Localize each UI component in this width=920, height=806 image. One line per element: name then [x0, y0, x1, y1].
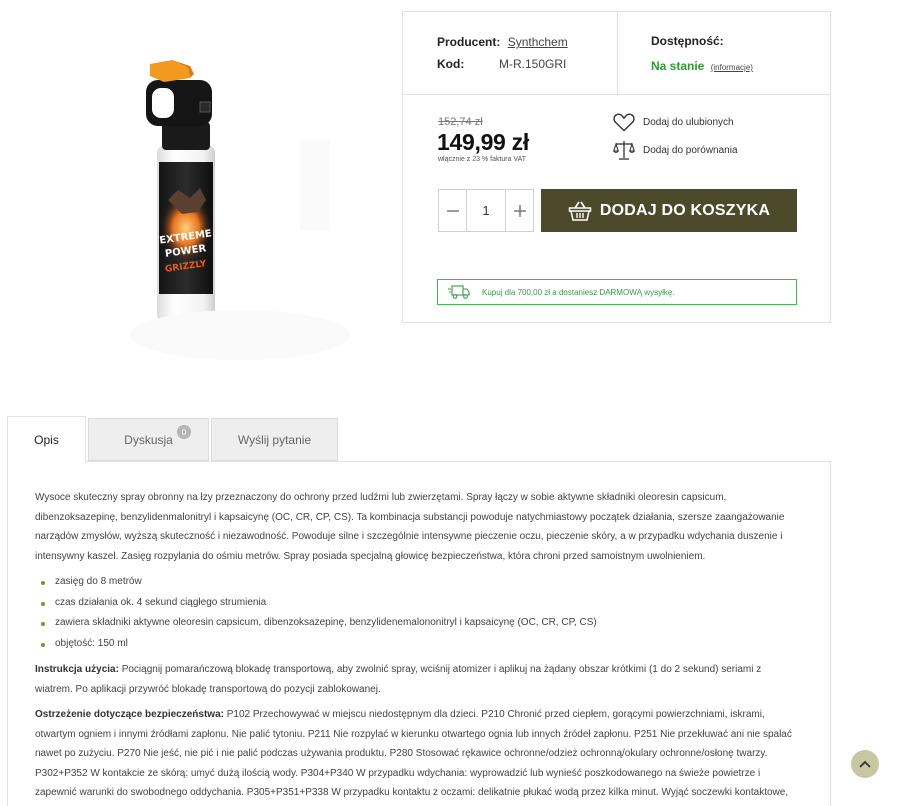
scroll-to-top-button[interactable] [851, 750, 879, 778]
tab-ask-question[interactable]: Wyślij pytanie [211, 418, 338, 461]
feature-item: objętość: 150 ml [35, 634, 797, 655]
description-intro: Wysoce skuteczny spray obronny na łzy pr… [35, 492, 785, 562]
producer-row: Producent: Synthchem [437, 35, 568, 49]
code-value: M-R.150GRI [499, 57, 567, 71]
chevron-up-icon [859, 760, 871, 768]
discussion-count-badge: 0 [177, 425, 191, 439]
add-to-favorites[interactable]: Dodaj do ulubionych [613, 113, 734, 132]
producer-link[interactable]: Synthchem [508, 35, 568, 49]
vat-note: włącznie z 23 % faktura VAT [438, 156, 527, 163]
current-price: 149,99 zł [437, 129, 529, 155]
instruction-label: Instrukcja użycia: [35, 664, 119, 676]
truck-icon [448, 285, 470, 299]
product-info-box: Producent: Synthchem Kod: M-R.150GRI Dos… [402, 11, 831, 323]
tab-discussion-label: Dyskusja [124, 432, 173, 447]
increase-quantity-button[interactable] [506, 190, 533, 231]
availability-label: Dostępność: [651, 34, 724, 48]
quantity-stepper [438, 189, 534, 232]
feature-item: zasięg do 8 metrów [35, 572, 797, 593]
compare-label: Dodaj do porównania [643, 144, 738, 156]
warning-paragraph: Ostrzeżenie dotyczące bezpieczeństwa: P1… [35, 705, 797, 806]
free-shipping-text: Kupuj dla 700,00 zł a dostaniesz DARMOWĄ… [482, 287, 675, 297]
minus-icon [446, 209, 459, 212]
tab-description[interactable]: Opis [7, 416, 86, 463]
in-stock-text: Na stanie [651, 59, 705, 73]
producer-label: Producent: [437, 35, 501, 49]
tab-ask-question-label: Wyślij pytanie [237, 432, 312, 447]
pepper-spray-image: EXTREME POWER GRIZZLY [130, 60, 350, 360]
feature-item: zawiera składniki aktywne oleoresin caps… [35, 613, 797, 634]
feature-item: czas działania ok. 4 sekund ciągłego str… [35, 593, 797, 614]
plus-icon [513, 204, 526, 217]
product-meta: Producent: Synthchem Kod: M-R.150GRI Dos… [403, 12, 830, 95]
availability-info-link[interactable]: (informacje) [711, 63, 753, 72]
features-list: zasięg do 8 metrów czas działania ok. 4 … [35, 572, 797, 654]
instruction-paragraph: Instrukcja użycia: Pociągnij pomarańczow… [35, 660, 797, 699]
tab-discussion[interactable]: Dyskusja 0 [88, 418, 209, 461]
instruction-text: Pociągnij pomarańczową blokadę transport… [35, 664, 762, 695]
meta-divider [617, 12, 618, 95]
warning-label: Ostrzeżenie dotyczące bezpieczeństwa: [35, 709, 224, 721]
heart-icon [613, 113, 635, 132]
decrease-quantity-button[interactable] [439, 190, 466, 231]
scales-icon [613, 141, 635, 160]
warning-text: P102 Przechowywać w miejscu niedostępnym… [35, 709, 792, 799]
free-shipping-banner: Kupuj dla 700,00 zł a dostaniesz DARMOWĄ… [437, 279, 797, 305]
add-to-cart-label: DODAJ DO KOSZYKA [599, 201, 771, 219]
code-row: Kod: M-R.150GRI [437, 57, 597, 71]
availability-status: Na stanie (informacje) [651, 59, 753, 73]
basket-icon [568, 201, 592, 221]
old-price: 152,74 zł [438, 116, 483, 128]
product-description: Wysoce skuteczny spray obronny na łzy pr… [35, 488, 797, 806]
availability-row: Dostępność: [651, 34, 724, 48]
tab-description-label: Opis [34, 433, 59, 447]
add-to-compare[interactable]: Dodaj do porównania [613, 139, 738, 161]
code-label: Kod: [437, 57, 465, 71]
add-to-cart-button[interactable]: DODAJ DO KOSZYKA [541, 189, 797, 232]
product-image[interactable]: EXTREME POWER GRIZZLY [120, 50, 360, 370]
quantity-input[interactable] [466, 190, 506, 231]
favorites-label: Dodaj do ulubionych [643, 117, 734, 128]
